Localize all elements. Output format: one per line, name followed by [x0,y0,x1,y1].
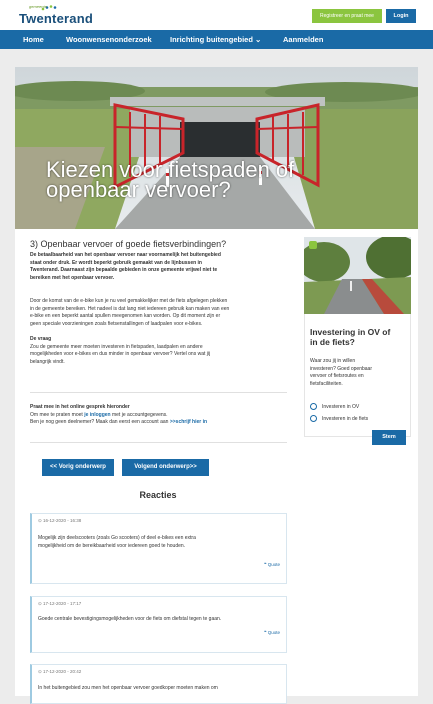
comment-text: Goede centrale bevestigingsmogelijkheden… [38,616,222,622]
signup-link[interactable]: >>schrijf hier in [170,419,207,425]
nav-item-woonwensenonderzoek[interactable]: Woonwensenonderzoek [66,35,152,44]
login-link[interactable]: je inloggen [84,412,110,418]
quote-link[interactable]: ❝ Quote [264,630,280,636]
nav-item-inrichting-buitengebied[interactable]: Inrichting buitengebied ⌄ [170,35,261,44]
divider [30,442,287,443]
comments-heading: Reacties [139,490,177,500]
login-button[interactable]: Login [386,9,416,23]
hero-photo [15,67,418,229]
hero-image [15,67,418,229]
poll-photo [304,237,411,314]
article-paragraph: Door de komst van de e-bike kun je nu ve… [30,298,230,327]
poll-title: Investering in OV of in de fiets? [310,327,391,347]
comment-text: Mogelijk zijn deelscooters (zoals Go sco… [38,535,196,549]
join-heading: Praat mee in het online gesprek hieronde… [30,404,130,410]
poll-question: Waar zou jij in willen investeren? Goed … [310,358,372,387]
comment-item: ⊙ 17-12-2020 - 20:42 In het buitengebied… [30,664,287,704]
vote-button[interactable]: Stem [372,430,406,445]
article-title: 3) Openbaar vervoer of goede fietsverbin… [30,239,227,249]
hero-title: Kiezen voor fietspaden of openbaar vervo… [46,157,295,202]
poll-image [304,237,411,314]
poll-option-fiets-label: Investeren in de fiets [322,416,369,422]
top-bar: gemeente Twenterand Registreer en praat … [0,0,433,30]
logo[interactable]: gemeente Twenterand [19,4,93,28]
poll-option-fiets-radio[interactable] [310,415,317,422]
previous-topic-button[interactable]: << Vorig onderwerp [42,459,114,476]
next-topic-button[interactable]: Volgend onderwerp>> [122,459,209,476]
register-button[interactable]: Registreer en praat mee [312,9,382,23]
logo-small-text: gemeente [29,4,47,9]
question-section: De vraag Zou de gemeente meer moeten inv… [30,336,211,365]
main-nav: Home Woonwensenonderzoek Inrichting buit… [0,30,433,49]
comment-time: ⊙ 17-12-2020 - 20:42 [38,669,82,674]
logo-name: Twenterand [19,11,93,26]
nav-item-home[interactable]: Home [23,35,44,44]
nav-item-aanmelden[interactable]: Aanmelden [283,35,323,44]
comment-item: ⊙ 16-12-2020 - 16:38 Mogelijk zijn deels… [30,513,287,584]
question-heading: De vraag [30,336,52,342]
comment-text: In het buitengebied zou men het openbaar… [38,685,218,691]
divider [30,392,287,393]
quote-link[interactable]: ❝ Quote [264,562,280,568]
poll-option-ov-label: Investeren in OV [322,404,360,410]
poll-option-ov-radio[interactable] [310,403,317,410]
poll-badge-icon [309,241,317,249]
join-section: Praat mee in het online gesprek hieronde… [30,404,208,425]
comment-item: ⊙ 17-12-2020 - 17:17 Goede centrale beve… [30,596,287,653]
comment-time: ⊙ 17-12-2020 - 17:17 [38,601,82,606]
comment-time: ⊙ 16-12-2020 - 16:38 [38,518,82,523]
article-intro: De betaalbaarheid van het openbaar vervo… [30,252,221,281]
